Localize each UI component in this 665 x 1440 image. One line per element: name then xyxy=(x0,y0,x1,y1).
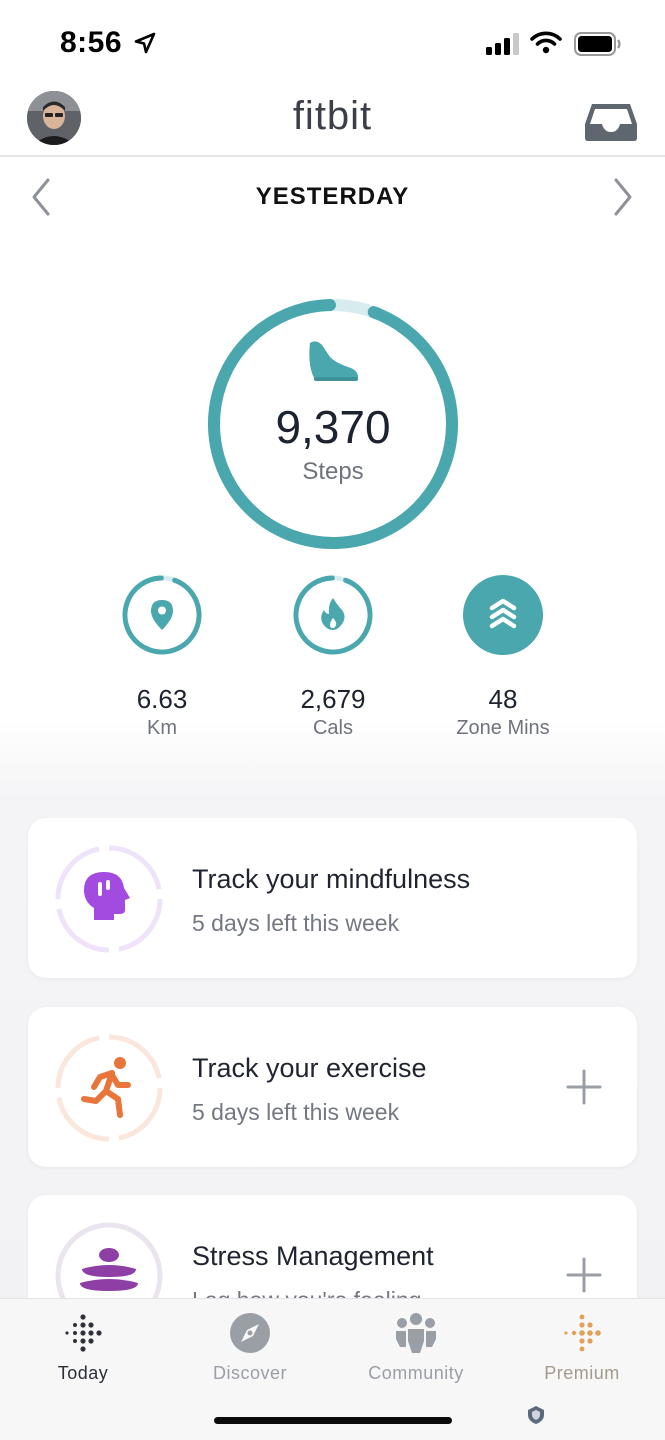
fitbit-dots-icon xyxy=(65,1314,102,1352)
community-icon xyxy=(396,1313,436,1353)
tab-premium-label: Premium xyxy=(544,1363,620,1383)
tab-discover-label: Discover xyxy=(212,1363,287,1383)
tab-premium[interactable]: Premium xyxy=(502,1311,662,1391)
tab-discover[interactable]: Discover xyxy=(170,1311,330,1391)
stress-card-clip: Stress Management Log how you're feeling xyxy=(0,0,665,1298)
stress-management-icon xyxy=(55,1222,163,1298)
tab-community-label: Community xyxy=(368,1363,464,1383)
stress-card-subtitle: Log how you're feeling xyxy=(192,1287,421,1298)
tab-today[interactable]: Today xyxy=(3,1311,163,1391)
tab-today-label: Today xyxy=(57,1363,109,1383)
add-stress-plus-icon[interactable] xyxy=(564,1255,604,1295)
compass-icon xyxy=(230,1313,270,1353)
shield-badge-icon xyxy=(528,1406,544,1424)
premium-dots-icon xyxy=(564,1314,601,1352)
home-indicator xyxy=(214,1417,452,1424)
tab-community[interactable]: Community xyxy=(336,1311,496,1391)
stress-card-title: Stress Management xyxy=(192,1241,434,1271)
stress-card[interactable]: Stress Management Log how you're feeling xyxy=(28,1195,637,1298)
